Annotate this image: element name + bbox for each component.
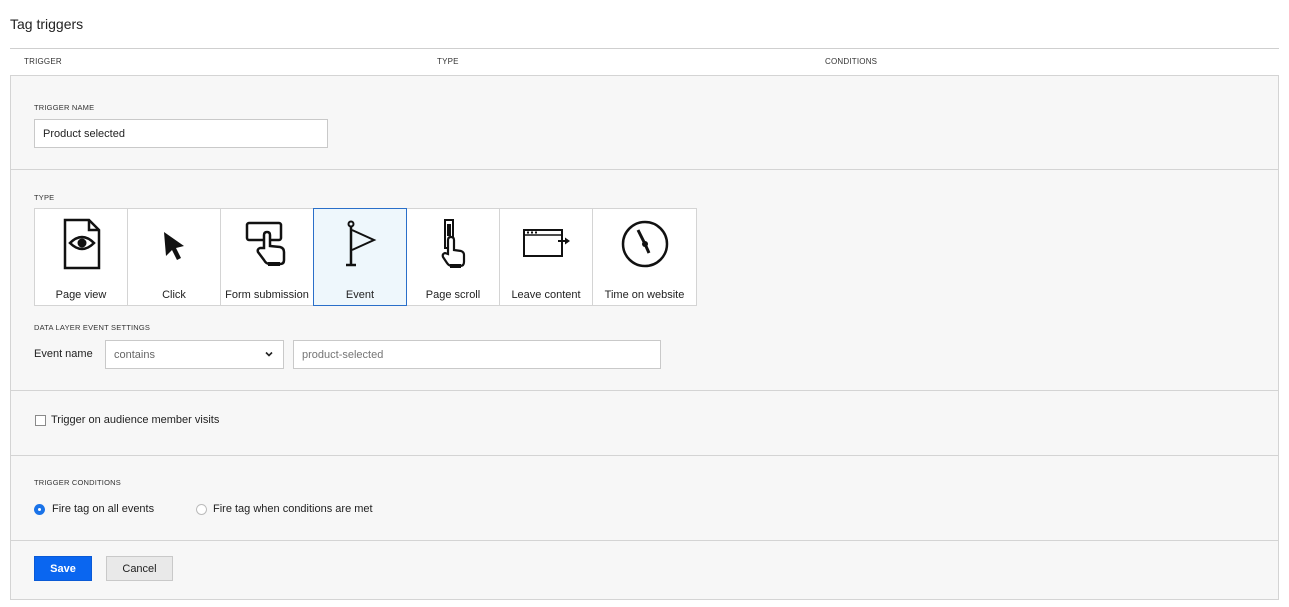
audience-checkbox-label: Trigger on audience member visits <box>51 414 220 426</box>
event-name-operator-select[interactable]: contains <box>105 340 284 369</box>
trigger-conditions-label: TRIGGER CONDITIONS <box>34 478 121 487</box>
type-option-time-on-website[interactable]: Time on website <box>592 208 697 306</box>
type-option-form-submission[interactable]: Form submission <box>220 208 314 306</box>
save-button[interactable]: Save <box>34 556 92 581</box>
type-option-event[interactable]: Event <box>313 208 407 306</box>
type-label: TYPE <box>34 193 55 202</box>
type-option-label: Click <box>162 289 186 301</box>
type-option-label: Time on website <box>604 289 685 301</box>
form-submission-icon <box>245 221 286 266</box>
cancel-button[interactable]: Cancel <box>106 556 173 581</box>
radio-fire-when-conditions-label: Fire tag when conditions are met <box>213 503 373 515</box>
audience-checkbox[interactable] <box>35 415 46 426</box>
trigger-name-input[interactable]: Product selected <box>34 119 328 148</box>
type-option-leave-content[interactable]: Leave content <box>499 208 593 306</box>
page-view-icon <box>63 218 101 270</box>
radio-fire-all-events-label: Fire tag on all events <box>52 503 155 515</box>
chevron-down-icon <box>265 351 273 357</box>
type-option-label: Form submission <box>225 289 309 301</box>
cursor-icon <box>164 232 184 260</box>
data-layer-label: DATA LAYER EVENT SETTINGS <box>34 323 151 332</box>
radio-fire-when-conditions[interactable] <box>196 504 207 515</box>
page-title: Tag triggers <box>10 16 84 32</box>
operator-value: contains <box>114 348 155 361</box>
column-header-trigger: TRIGGER <box>24 57 62 66</box>
type-section: TYPE Page view Click Form submission Eve… <box>11 170 1278 391</box>
radio-fire-all-events[interactable] <box>34 504 45 515</box>
flag-icon <box>346 220 377 267</box>
trigger-conditions-section: TRIGGER CONDITIONS Fire tag on all event… <box>11 456 1278 541</box>
trigger-name-label: TRIGGER NAME <box>34 103 95 112</box>
type-option-page-view[interactable]: Page view <box>34 208 128 306</box>
type-option-label: Event <box>345 289 375 301</box>
column-header-type: TYPE <box>437 57 459 66</box>
audience-section: Trigger on audience member visits <box>11 391 1278 456</box>
type-option-page-scroll[interactable]: Page scroll <box>406 208 500 306</box>
type-options: Page view Click Form submission Event Pa… <box>34 208 697 306</box>
event-name-value-input[interactable] <box>293 340 661 369</box>
trigger-name-section: TRIGGER NAME Product selected <box>11 76 1278 170</box>
type-option-label: Page scroll <box>425 289 481 301</box>
type-option-label: Page view <box>55 289 107 301</box>
column-header-conditions: CONDITIONS <box>825 57 878 66</box>
title-divider <box>10 48 1279 49</box>
trigger-editor-panel: TRIGGER NAME Product selected TYPE Page … <box>10 75 1279 600</box>
type-option-click[interactable]: Click <box>127 208 221 306</box>
clock-icon <box>621 220 668 268</box>
leave-content-icon <box>523 229 570 257</box>
page-scroll-icon <box>441 219 466 268</box>
type-option-label: Leave content <box>511 289 581 301</box>
event-name-label: Event name <box>34 348 93 360</box>
